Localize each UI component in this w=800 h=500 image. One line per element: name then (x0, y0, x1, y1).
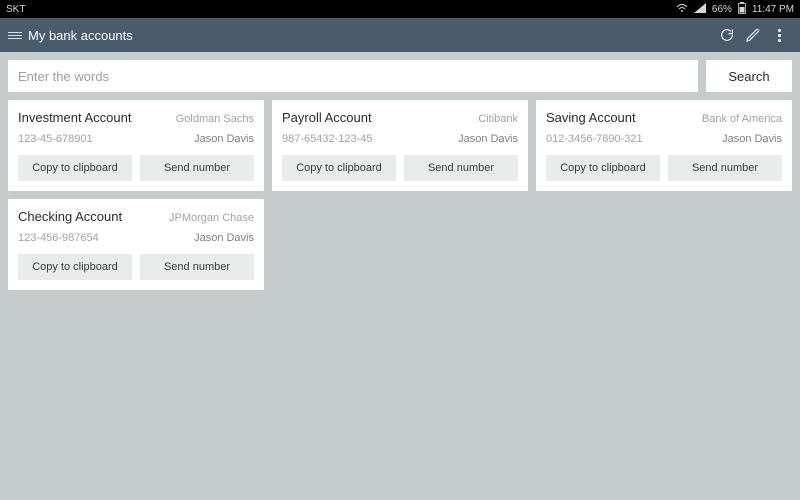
account-bank: Citibank (478, 113, 518, 125)
battery-label: 66% (712, 4, 732, 15)
account-card: Payroll Account Citibank 987-65432-123-45 J… (272, 100, 528, 191)
account-number: 987-65432-123-45 (282, 133, 373, 145)
copy-button[interactable]: Copy to clipboard (282, 155, 396, 181)
pencil-icon (745, 27, 761, 43)
carrier-label: SKT (6, 4, 25, 15)
menu-icon[interactable] (8, 32, 22, 39)
account-card: Saving Account Bank of America 012-3456-78… (536, 100, 792, 191)
more-vert-icon (778, 29, 781, 42)
account-owner: Jason Davis (194, 232, 254, 244)
account-card: Checking Account JPMorgan Chase 123-456-98… (8, 199, 264, 290)
accounts-grid: Investment Account Goldman Sachs 123-45-67… (0, 100, 800, 298)
account-owner: Jason Davis (458, 133, 518, 145)
account-number: 123-45-678901 (18, 133, 93, 145)
overflow-button[interactable] (766, 22, 792, 48)
send-button[interactable]: Send number (140, 254, 254, 280)
account-owner: Jason Davis (194, 133, 254, 145)
clock-label: 11:47 PM (752, 4, 794, 15)
battery-icon (738, 2, 746, 17)
send-button[interactable]: Send number (404, 155, 518, 181)
account-bank: Goldman Sachs (176, 113, 254, 125)
status-bar: SKT 66% 11:47 PM (0, 0, 800, 18)
signal-icon (694, 3, 706, 16)
account-number: 123-456-987654 (18, 232, 99, 244)
search-button[interactable]: Search (706, 60, 792, 92)
refresh-icon (719, 27, 735, 43)
copy-button[interactable]: Copy to clipboard (18, 254, 132, 280)
account-title: Payroll Account (282, 110, 372, 125)
search-input[interactable] (8, 60, 698, 92)
account-title: Saving Account (546, 110, 636, 125)
search-row: Search (0, 52, 800, 100)
account-card: Investment Account Goldman Sachs 123-45-67… (8, 100, 264, 191)
account-bank: Bank of America (702, 113, 782, 125)
copy-button[interactable]: Copy to clipboard (546, 155, 660, 181)
account-number: 012-3456-7890-321 (546, 133, 643, 145)
wifi-icon (676, 3, 688, 16)
send-button[interactable]: Send number (140, 155, 254, 181)
refresh-button[interactable] (714, 22, 740, 48)
edit-button[interactable] (740, 22, 766, 48)
account-title: Checking Account (18, 209, 122, 224)
copy-button[interactable]: Copy to clipboard (18, 155, 132, 181)
account-title: Investment Account (18, 110, 131, 125)
account-bank: JPMorgan Chase (169, 212, 254, 224)
send-button[interactable]: Send number (668, 155, 782, 181)
page-title: My bank accounts (28, 28, 133, 43)
app-bar: My bank accounts (0, 18, 800, 52)
account-owner: Jason Davis (722, 133, 782, 145)
